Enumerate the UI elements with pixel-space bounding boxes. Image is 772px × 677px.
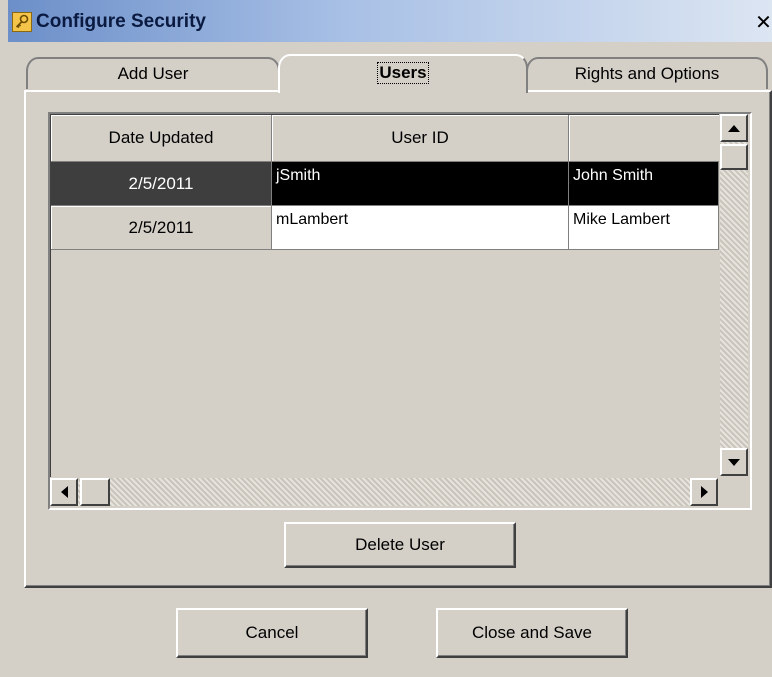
tab-add-user[interactable]: Add User [26, 57, 280, 89]
close-icon[interactable]: ✕ [755, 13, 772, 33]
delete-user-button[interactable]: Delete User [284, 522, 516, 568]
scroll-right-button[interactable] [690, 478, 718, 506]
cell-name[interactable]: John Smith [569, 162, 719, 206]
configure-security-window: Configure Security ✕ Add User Users Righ… [8, 0, 772, 677]
cell-date-updated[interactable]: 2/5/2011 [51, 162, 272, 206]
arrow-right-icon [700, 486, 708, 498]
title-bar[interactable]: Configure Security ✕ [8, 0, 772, 42]
grid-viewport: Date Updated User ID 2/5/2011 jSmith Joh… [50, 114, 719, 477]
scroll-up-button[interactable] [720, 114, 748, 142]
arrow-left-icon [60, 486, 68, 498]
cancel-button[interactable]: Cancel [176, 608, 368, 658]
table-row[interactable]: 2/5/2011 mLambert Mike Lambert [51, 206, 719, 250]
horizontal-scrollbar[interactable] [50, 478, 718, 506]
arrow-down-icon [728, 458, 740, 466]
column-header-user-id[interactable]: User ID [272, 115, 569, 162]
arrow-up-icon [728, 124, 740, 132]
tab-label: Rights and Options [574, 64, 720, 83]
close-and-save-button[interactable]: Close and Save [436, 608, 628, 658]
cell-date-updated[interactable]: 2/5/2011 [51, 206, 272, 250]
cell-user-id[interactable]: jSmith [272, 162, 569, 206]
column-header-date-updated[interactable]: Date Updated [51, 115, 272, 162]
scrollbar-corner [720, 478, 748, 506]
users-grid: Date Updated User ID 2/5/2011 jSmith Joh… [48, 112, 752, 510]
scroll-down-button[interactable] [720, 448, 748, 476]
tab-users[interactable]: Users [278, 54, 528, 93]
tab-rights-and-options[interactable]: Rights and Options [526, 57, 768, 89]
horizontal-scroll-thumb[interactable] [80, 478, 110, 506]
cell-user-id[interactable]: mLambert [272, 206, 569, 250]
tab-label: Add User [117, 64, 189, 83]
scroll-left-button[interactable] [50, 478, 78, 506]
cell-name[interactable]: Mike Lambert [569, 206, 719, 250]
vertical-scrollbar[interactable] [720, 114, 748, 476]
table-row[interactable]: 2/5/2011 jSmith John Smith [51, 162, 719, 206]
tab-label: Users [377, 62, 429, 84]
vertical-scroll-thumb[interactable] [720, 144, 748, 170]
key-icon [12, 12, 32, 32]
window-title: Configure Security [36, 11, 206, 32]
column-header-name[interactable] [569, 115, 719, 162]
